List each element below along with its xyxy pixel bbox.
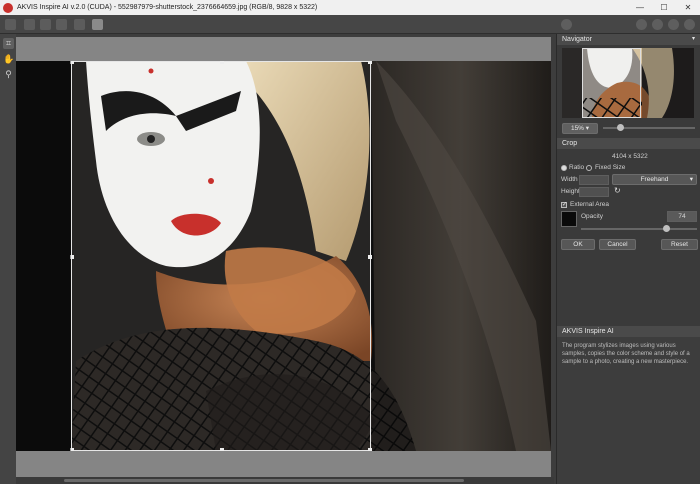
batch-icon[interactable] (74, 19, 85, 30)
info-text: The program stylizes images using variou… (562, 343, 690, 365)
collapse-arrow-icon[interactable]: ▾ (692, 34, 695, 45)
close-button[interactable]: ✕ (676, 0, 700, 15)
reset-button[interactable]: Reset (661, 239, 698, 250)
info-icon[interactable] (636, 19, 647, 30)
settings-gear-icon[interactable] (668, 19, 679, 30)
maximize-button[interactable]: ☐ (652, 0, 676, 15)
info-panel: AKVIS Inspire AI The program stylizes im… (557, 326, 700, 484)
zoom-tool-icon[interactable]: ⚲ (3, 69, 14, 80)
swap-orientation-icon[interactable]: ↻ (614, 186, 621, 195)
cancel-label: Cancel (607, 241, 628, 248)
right-panel: Navigator ▾ 15% ▾ Crop 4104 x 5322 Ratio… (556, 34, 700, 484)
zoom-value: 15% (570, 125, 584, 132)
minimize-button[interactable]: — (628, 0, 652, 15)
fixed-size-radio[interactable] (586, 165, 592, 171)
help-icon[interactable] (652, 19, 663, 30)
crop-mode-icon[interactable] (92, 19, 103, 30)
crop-handle-tm[interactable] (220, 61, 224, 64)
external-area-label: External Area (570, 201, 610, 208)
external-color-swatch[interactable] (561, 211, 577, 227)
print-icon[interactable] (56, 19, 67, 30)
zoom-slider[interactable] (603, 124, 695, 131)
height-label: Height (561, 188, 580, 195)
crop-size-readout: 4104 x 5322 (612, 153, 648, 160)
opacity-label: Opacity (581, 213, 604, 220)
open-file-icon[interactable] (5, 19, 16, 30)
canvas-top-margin (16, 37, 551, 61)
external-area-overlay-left (16, 61, 71, 451)
ratio-label: Ratio (569, 164, 585, 171)
external-area-checkbox[interactable]: ✓ (561, 202, 567, 208)
run-icon[interactable] (561, 19, 572, 30)
navigator-preview-image (562, 48, 694, 118)
ok-button[interactable]: OK (561, 239, 595, 250)
photo-preview[interactable] (16, 61, 551, 451)
opacity-slider-handle[interactable] (663, 225, 671, 232)
window-title: AKVIS Inspire AI v.2.0 (CUDA) - 55298797… (17, 4, 318, 11)
crop-header: Crop (557, 138, 700, 149)
main-toolbar (0, 15, 700, 34)
navigator-header[interactable]: Navigator ▾ (557, 34, 700, 45)
crop-title: Crop (562, 140, 578, 147)
opacity-slider[interactable] (581, 225, 697, 232)
opacity-value: 74 (678, 213, 686, 220)
navigator-title: Navigator (562, 36, 592, 43)
app-logo-icon (3, 2, 13, 13)
scrollbar-thumb[interactable] (64, 479, 464, 482)
info-header: AKVIS Inspire AI (557, 326, 700, 337)
ok-label: OK (573, 241, 583, 248)
ratio-mode-value: Freehand (640, 176, 669, 183)
zoom-slider-handle[interactable] (617, 124, 624, 131)
width-input[interactable] (579, 175, 609, 185)
crop-handle-bm[interactable] (220, 448, 224, 451)
title-bar: AKVIS Inspire AI v.2.0 (CUDA) - 55298797… (0, 0, 700, 15)
dropdown-arrow-icon: ▾ (689, 176, 693, 183)
horizontal-scrollbar[interactable] (16, 477, 554, 484)
preferences-icon[interactable] (684, 19, 695, 30)
ratio-radio[interactable] (561, 165, 567, 171)
canvas-bottom-margin (16, 451, 551, 477)
hand-tool-icon[interactable]: ✋ (3, 54, 14, 65)
external-area-overlay-right (372, 61, 551, 451)
cancel-button[interactable]: Cancel (599, 239, 636, 250)
dropdown-arrow-icon: ▾ (585, 125, 590, 132)
fixed-size-label: Fixed Size (595, 164, 626, 171)
crop-frame[interactable] (70, 61, 372, 451)
save-file-icon[interactable] (24, 19, 35, 30)
ratio-mode-select[interactable]: Freehand ▾ (612, 174, 697, 185)
zoom-select[interactable]: 15% ▾ (562, 123, 598, 134)
left-toolbox: ⌗ ✋ ⚲ (0, 34, 16, 484)
height-input[interactable] (579, 187, 609, 197)
opacity-value-field[interactable]: 74 (667, 211, 697, 222)
info-title: AKVIS Inspire AI (562, 328, 614, 335)
export-icon[interactable] (40, 19, 51, 30)
reset-label: Reset (671, 241, 688, 248)
navigator-thumbnail[interactable] (562, 48, 694, 118)
width-label: Width (561, 176, 578, 183)
crop-tool-icon[interactable]: ⌗ (3, 38, 14, 49)
